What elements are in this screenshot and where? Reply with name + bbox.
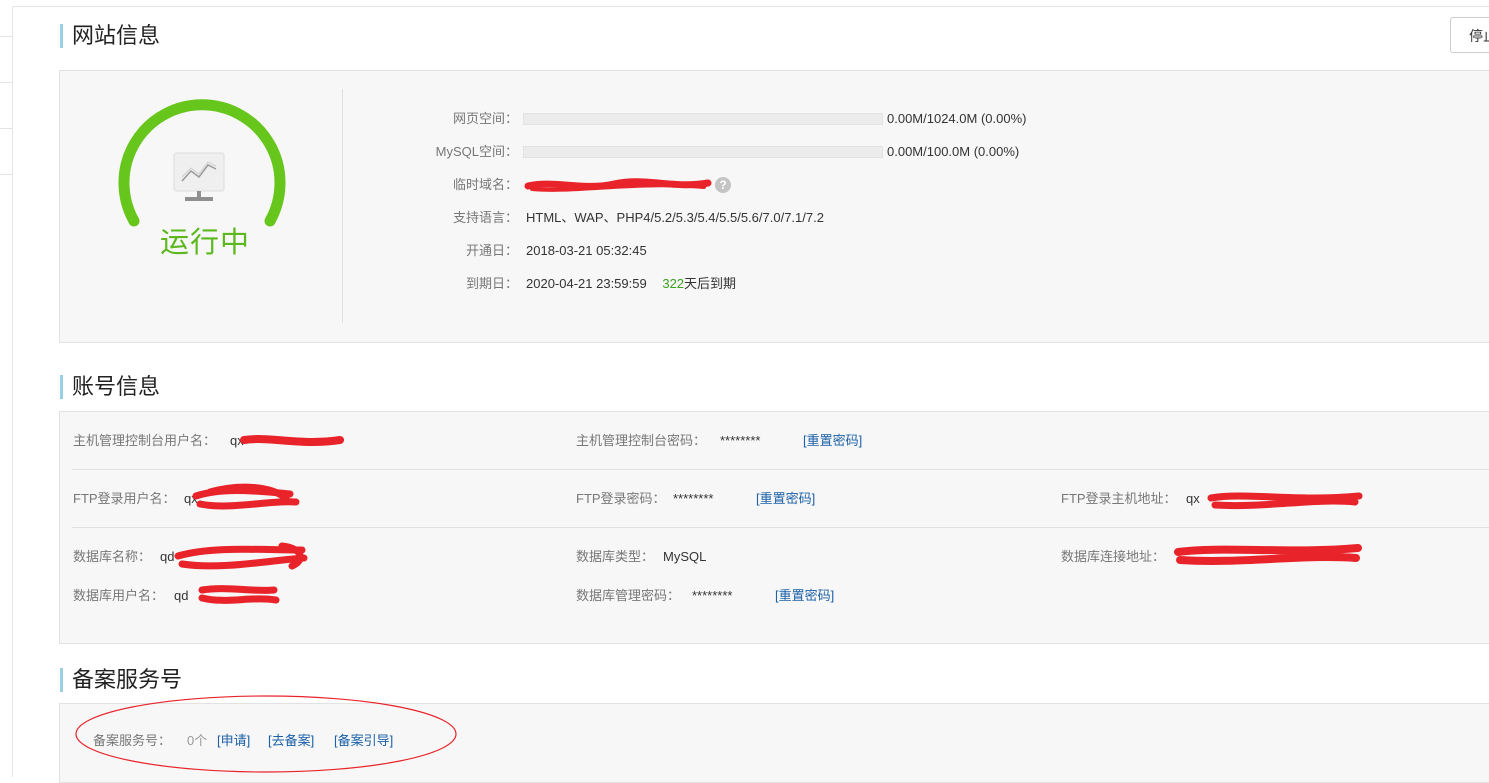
- expire-date-row: 到期日： 2020-04-21 23:59:59 322天后到期: [60, 274, 1460, 294]
- ftp-host-label: FTP登录主机地址：: [1061, 491, 1177, 506]
- languages-row: 支持语言： HTML、WAP、PHP4/5.2/5.3/5.4/5.5/5.6/…: [60, 208, 1460, 228]
- db-type-value: MySQL: [663, 549, 707, 564]
- site-info-panel: 运行中 网页空间： 0.00M/1024.0M (0.00%) MySQL空间：…: [59, 70, 1489, 343]
- mysql-space-label: MySQL空间：: [435, 144, 518, 159]
- mysql-space-usage: 0.00M/100.0M (0.00%): [887, 144, 1020, 159]
- ftp-user-label: FTP登录用户名：: [73, 491, 176, 506]
- host-password-label: 主机管理控制台密码：: [576, 433, 707, 448]
- reset-ftp-password-link[interactable]: [重置密码]: [756, 489, 815, 509]
- expire-date-label: 到期日：: [465, 276, 518, 291]
- redaction-scribble: [1174, 544, 1362, 565]
- top-border: [0, 6, 1489, 7]
- redaction-scribble: [174, 542, 308, 570]
- left-sidebar-edge: [0, 6, 13, 777]
- expire-date-text: 2020-04-21 23:59:59: [526, 276, 647, 291]
- reset-host-password-link[interactable]: [重置密码]: [803, 431, 862, 451]
- languages-value: HTML、WAP、PHP4/5.2/5.3/5.4/5.5/5.6/7.0/7.…: [526, 210, 824, 225]
- row-divider: [72, 527, 1489, 528]
- reset-db-password-link[interactable]: [重置密码]: [775, 586, 834, 606]
- ftp-host-value: qx: [1186, 491, 1200, 506]
- db-password-label: 数据库管理密码：: [576, 588, 681, 603]
- open-date-value: 2018-03-21 05:32:45: [526, 243, 647, 258]
- web-space-usage: 0.00M/1024.0M (0.00%): [887, 111, 1027, 126]
- question-circle-icon[interactable]: ?: [715, 177, 731, 193]
- annotation-ellipse: [75, 695, 457, 773]
- open-date-label: 开通日：: [465, 243, 518, 258]
- beian-title: 备案服务号: [60, 668, 182, 692]
- redaction-scribble: [1207, 492, 1363, 510]
- ftp-password-label: FTP登录密码：: [576, 491, 666, 506]
- account-info-panel: 主机管理控制台用户名： qx 主机管理控制台密码： ******** [重置密码…: [59, 411, 1489, 644]
- redaction-scribble: [198, 585, 280, 604]
- host-password-value: ********: [720, 433, 761, 448]
- mysql-space-row: MySQL空间： 0.00M/100.0M (0.00%): [60, 142, 1460, 162]
- site-info-title: 网站信息: [60, 24, 160, 48]
- db-type-label: 数据库类型：: [576, 549, 655, 564]
- host-user-label: 主机管理控制台用户名：: [73, 433, 217, 448]
- stop-button[interactable]: 停止: [1450, 17, 1489, 53]
- ftp-password-value: ********: [673, 491, 714, 506]
- redaction-scribble: [192, 483, 300, 510]
- db-address-label: 数据库连接地址：: [1061, 549, 1166, 564]
- expire-date-value: 2020-04-21 23:59:59 322天后到期: [526, 274, 736, 294]
- account-info-title: 账号信息: [60, 375, 160, 399]
- open-date-row: 开通日： 2018-03-21 05:32:45: [60, 241, 1460, 261]
- temp-domain-row: 临时域名： ?: [60, 175, 1460, 195]
- mysql-space-bar: [523, 146, 883, 158]
- redaction-scribble: [524, 178, 712, 192]
- web-space-bar: [523, 113, 883, 125]
- days-left-suffix: 天后到期: [684, 276, 737, 291]
- db-password-value: ********: [692, 588, 733, 603]
- temp-domain-label: 临时域名：: [452, 177, 518, 192]
- days-left-count: 322: [662, 276, 685, 291]
- db-user-value: qd: [174, 588, 189, 603]
- web-space-row: 网页空间： 0.00M/1024.0M (0.00%): [60, 109, 1460, 129]
- languages-label: 支持语言：: [452, 210, 518, 225]
- db-name-label: 数据库名称：: [73, 549, 152, 564]
- db-user-label: 数据库用户名：: [73, 588, 165, 603]
- row-divider: [72, 469, 1489, 470]
- web-space-label: 网页空间：: [452, 111, 518, 126]
- redaction-scribble: [240, 435, 344, 446]
